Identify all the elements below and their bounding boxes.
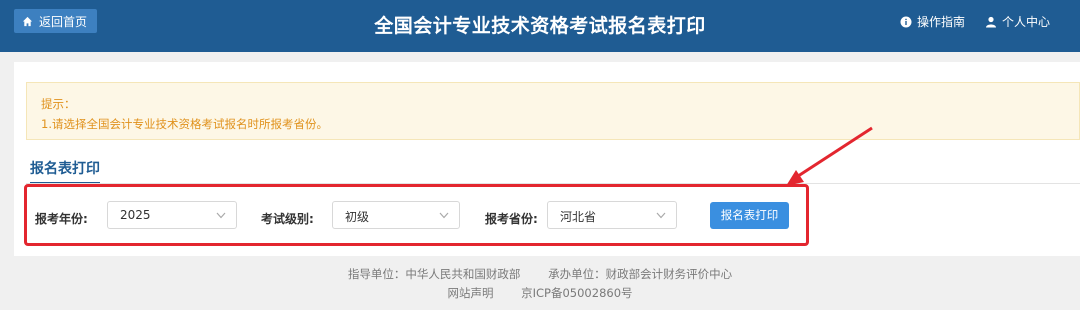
- footer-guide-unit: 指导单位：中华人民共和国财政部: [347, 267, 521, 281]
- footer-links: 网站声明 京ICP备05002860号: [0, 285, 1080, 301]
- icp-link[interactable]: 京ICP备05002860号: [521, 286, 632, 300]
- annotation-arrow: [786, 126, 873, 186]
- website-statement-link[interactable]: 网站声明: [447, 286, 493, 300]
- footer-units: 指导单位：中华人民共和国财政部 承办单位：财政部会计财务评价中心: [0, 266, 1080, 282]
- footer-host-unit: 承办单位：财政部会计财务评价中心: [548, 267, 733, 281]
